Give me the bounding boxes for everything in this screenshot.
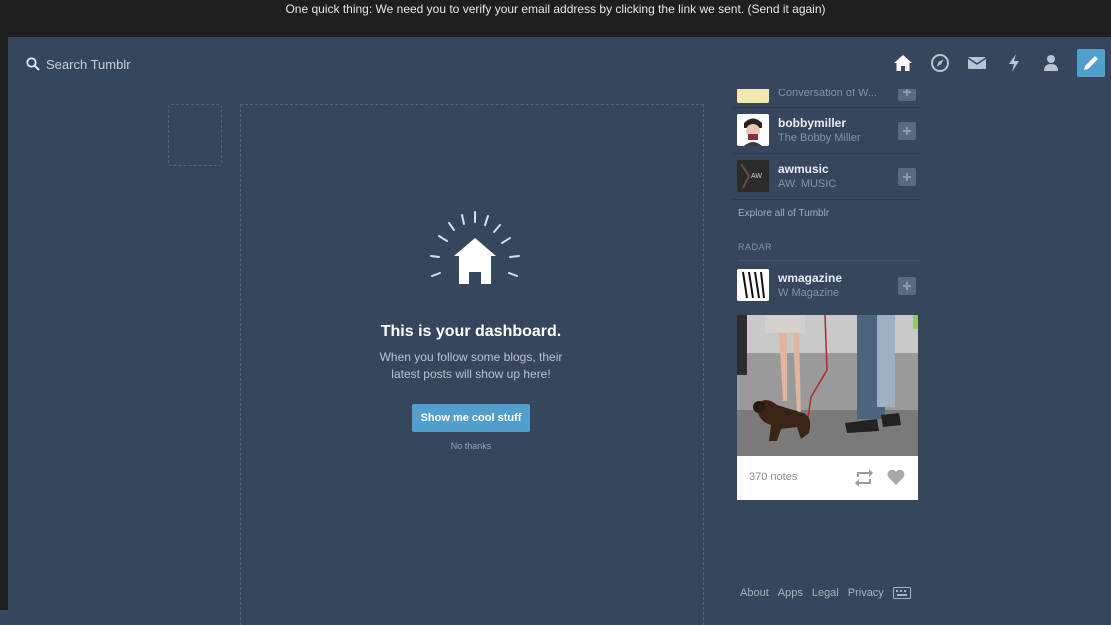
plus-icon bbox=[903, 89, 911, 96]
footer-link-privacy[interactable]: Privacy bbox=[848, 587, 884, 599]
post-footer: 370 notes bbox=[737, 456, 918, 500]
follow-button[interactable] bbox=[898, 122, 916, 140]
nav-home[interactable] bbox=[885, 49, 921, 77]
reblog-icon[interactable] bbox=[854, 469, 874, 487]
banner-text[interactable]: One quick thing: We need you to verify y… bbox=[0, 2, 1111, 16]
show-cool-stuff-button[interactable]: Show me cool stuff bbox=[411, 404, 531, 432]
recommended-blog-partial[interactable]: Conversation of W... bbox=[732, 89, 920, 108]
compose-icon bbox=[1084, 56, 1098, 70]
blog-avatar bbox=[737, 114, 769, 146]
avatar-logo-icon: AW bbox=[737, 160, 769, 192]
plus-icon bbox=[903, 282, 911, 290]
search-box[interactable] bbox=[26, 53, 216, 75]
follow-button[interactable] bbox=[898, 277, 916, 295]
window-edge bbox=[0, 37, 8, 610]
svg-text:AW: AW bbox=[751, 173, 762, 180]
compass-icon bbox=[931, 54, 949, 72]
radar-post[interactable]: wmagazine W Magazine 370 notes bbox=[732, 261, 920, 506]
compose-button[interactable] bbox=[1077, 49, 1105, 77]
nav-activity[interactable] bbox=[996, 49, 1032, 77]
right-sidebar: Conversation of W... bobbymiller The Bob… bbox=[732, 89, 920, 506]
dashboard-description: When you follow some blogs, their latest… bbox=[379, 350, 563, 381]
no-thanks-link[interactable]: No thanks bbox=[240, 441, 702, 451]
plus-icon bbox=[903, 127, 911, 135]
blog-avatar: AW bbox=[737, 160, 769, 192]
blog-subtitle: The Bobby Miller bbox=[778, 132, 861, 144]
blog-subtitle: Conversation of W... bbox=[778, 89, 878, 99]
recommended-blog[interactable]: AW awmusic AW. MUSIC bbox=[732, 154, 920, 200]
lightning-icon bbox=[1009, 54, 1019, 72]
notes-count[interactable]: 370 notes bbox=[749, 471, 797, 483]
home-icon bbox=[894, 55, 912, 71]
house-sunburst-icon bbox=[430, 211, 520, 284]
footer-link-apps[interactable]: Apps bbox=[778, 587, 803, 599]
heart-icon[interactable] bbox=[887, 469, 905, 486]
follow-button[interactable] bbox=[898, 89, 916, 101]
blog-avatar bbox=[737, 89, 769, 103]
avatar-face-icon bbox=[737, 114, 769, 146]
search-icon bbox=[26, 57, 40, 71]
dashboard-title: This is your dashboard. bbox=[380, 323, 562, 340]
post-photo[interactable] bbox=[737, 315, 918, 456]
inbox-icon bbox=[967, 57, 987, 69]
blog-avatar bbox=[737, 269, 769, 301]
keyboard-icon[interactable] bbox=[892, 587, 911, 599]
avatar-placeholder bbox=[168, 104, 222, 166]
email-verification-banner: One quick thing: We need you to verify y… bbox=[0, 0, 1111, 37]
plus-icon bbox=[903, 173, 911, 181]
follow-button[interactable] bbox=[898, 168, 916, 186]
blog-name: awmusic bbox=[778, 162, 829, 176]
empty-dashboard: This is your dashboard. When you follow … bbox=[240, 210, 702, 451]
street-dog-photo bbox=[737, 315, 918, 456]
top-nav-bar bbox=[8, 37, 1111, 89]
sidebar-footer-links: About Apps Legal Privacy bbox=[740, 587, 911, 599]
blog-name: wmagazine bbox=[778, 271, 843, 285]
nav-explore[interactable] bbox=[922, 49, 958, 77]
radar-heading: RADAR bbox=[738, 242, 920, 261]
nav-icon-group bbox=[884, 49, 1105, 77]
w-magazine-logo-icon bbox=[737, 269, 769, 301]
account-icon bbox=[1044, 55, 1058, 71]
explore-link[interactable]: Explore all of Tumblr bbox=[738, 208, 920, 232]
footer-link-about[interactable]: About bbox=[740, 587, 769, 599]
footer-link-legal[interactable]: Legal bbox=[812, 587, 839, 599]
nav-inbox[interactable] bbox=[959, 49, 995, 77]
blog-subtitle: W Magazine bbox=[778, 287, 840, 299]
nav-account[interactable] bbox=[1033, 49, 1069, 77]
search-input[interactable] bbox=[46, 56, 216, 72]
recommended-blog[interactable]: bobbymiller The Bobby Miller bbox=[732, 108, 920, 154]
blog-name: bobbymiller bbox=[778, 116, 847, 130]
blog-subtitle: AW. MUSIC bbox=[778, 178, 837, 190]
